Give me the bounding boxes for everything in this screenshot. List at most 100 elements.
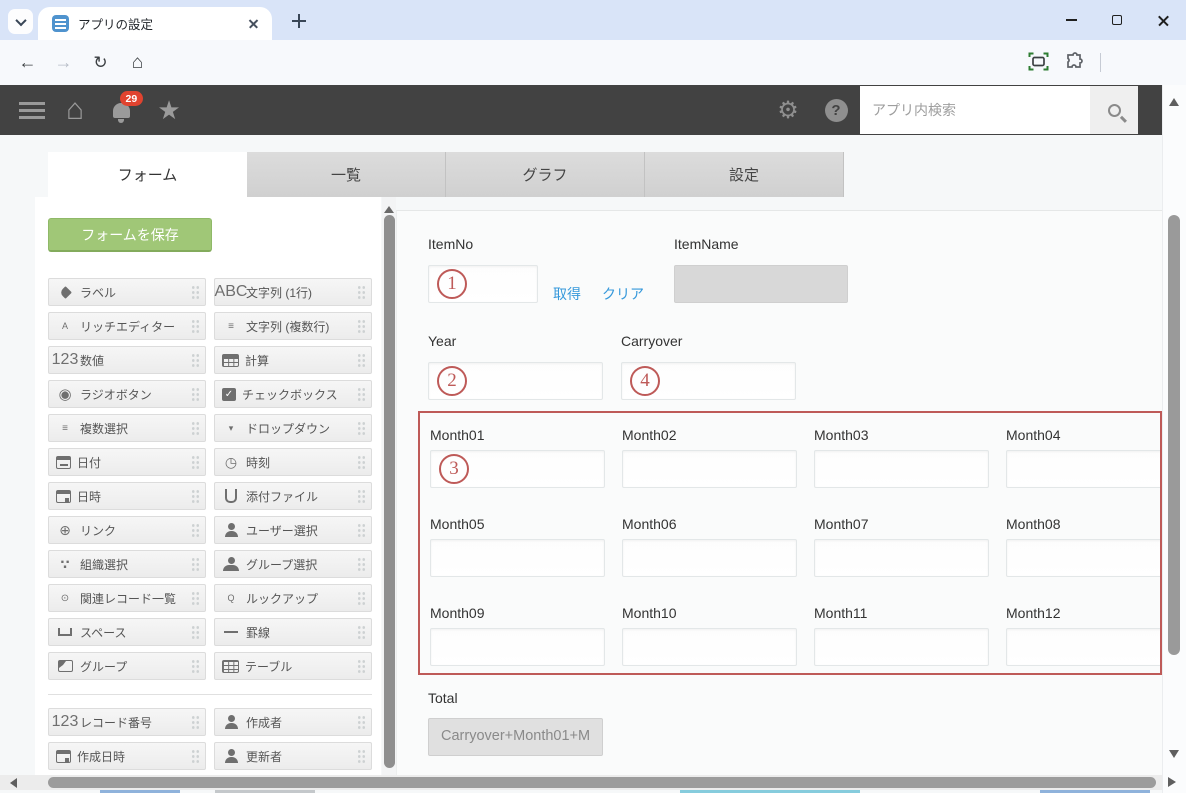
- home-button[interactable]: [124, 49, 151, 76]
- drag-handle-icon[interactable]: [191, 591, 200, 605]
- notifications-button[interactable]: 29: [104, 85, 138, 135]
- settings-gear-button[interactable]: [772, 85, 804, 135]
- tab-close-icon[interactable]: [245, 15, 262, 32]
- horizontal-scrollbar-thumb[interactable]: [48, 777, 1156, 788]
- drag-handle-icon[interactable]: [357, 285, 366, 299]
- scroll-left-arrow-icon[interactable]: [5, 778, 17, 788]
- month-field-input[interactable]: [1006, 539, 1162, 577]
- drag-handle-icon[interactable]: [357, 319, 366, 333]
- drag-handle-icon[interactable]: [357, 557, 366, 571]
- hamburger-menu-button[interactable]: [12, 85, 52, 135]
- new-tab-button[interactable]: [288, 10, 310, 32]
- month-field-input[interactable]: [622, 450, 797, 488]
- drag-handle-icon[interactable]: [357, 523, 366, 537]
- drag-handle-icon[interactable]: [191, 625, 200, 639]
- field-button-user-select[interactable]: ユーザー選択: [214, 516, 372, 544]
- page-scrollbar-thumb[interactable]: [1168, 215, 1180, 655]
- field-button-hr[interactable]: 罫線: [214, 618, 372, 646]
- tab-list[interactable]: 一覧: [247, 152, 446, 197]
- drag-handle-icon[interactable]: [357, 455, 366, 469]
- portal-home-button[interactable]: [58, 85, 92, 135]
- field-button-table[interactable]: テーブル: [214, 652, 372, 680]
- drag-handle-icon[interactable]: [191, 285, 200, 299]
- month-field-input[interactable]: [430, 628, 605, 666]
- field-button-creator[interactable]: 作成者: [214, 708, 372, 736]
- month-field-input[interactable]: 3: [430, 450, 605, 488]
- forward-button[interactable]: [50, 49, 77, 76]
- field-button-updater[interactable]: 更新者: [214, 742, 372, 770]
- browser-tab[interactable]: アプリの設定: [38, 7, 272, 40]
- carryover-field-input[interactable]: 4: [621, 362, 796, 400]
- drag-handle-icon[interactable]: [191, 489, 200, 503]
- get-link[interactable]: 取得: [553, 284, 581, 304]
- field-button-text-multi[interactable]: 文字列 (複数行): [214, 312, 372, 340]
- itemname-field-input[interactable]: [674, 265, 848, 303]
- favorites-star-button[interactable]: [152, 85, 186, 135]
- save-form-button[interactable]: フォームを保存: [48, 218, 212, 252]
- drag-handle-icon[interactable]: [357, 489, 366, 503]
- field-button-lookup[interactable]: ルックアップ: [214, 584, 372, 612]
- back-button[interactable]: [14, 49, 41, 76]
- page-scroll-down-icon[interactable]: [1169, 750, 1179, 763]
- field-button-created-datetime[interactable]: 作成日時: [48, 742, 206, 770]
- drag-handle-icon[interactable]: [191, 353, 200, 367]
- field-button-group[interactable]: グループ: [48, 652, 206, 680]
- drag-handle-icon[interactable]: [357, 353, 366, 367]
- field-button-radio[interactable]: ラジオボタン: [48, 380, 206, 408]
- month-field-input[interactable]: [622, 628, 797, 666]
- search-submit-button[interactable]: [1090, 86, 1138, 134]
- drag-handle-icon[interactable]: [191, 523, 200, 537]
- tab-settings[interactable]: 設定: [645, 152, 844, 197]
- in-app-search-input[interactable]: [860, 86, 1090, 134]
- window-minimize-button[interactable]: [1048, 0, 1094, 40]
- drag-handle-icon[interactable]: [191, 749, 200, 763]
- window-maximize-button[interactable]: [1094, 0, 1140, 40]
- month-field-input[interactable]: [1006, 628, 1162, 666]
- drag-handle-icon[interactable]: [191, 557, 200, 571]
- scroll-up-arrow-icon[interactable]: [384, 201, 394, 213]
- month-field-input[interactable]: [1006, 450, 1162, 488]
- field-button-text-single[interactable]: 文字列 (1行): [214, 278, 372, 306]
- month-field-input[interactable]: [622, 539, 797, 577]
- drag-handle-icon[interactable]: [191, 387, 200, 401]
- drag-handle-icon[interactable]: [357, 421, 366, 435]
- scroll-right-arrow-icon[interactable]: [1168, 777, 1181, 787]
- drag-handle-icon[interactable]: [357, 387, 366, 401]
- window-close-button[interactable]: [1140, 0, 1186, 40]
- extensions-puzzle-icon[interactable]: [1065, 52, 1085, 72]
- drag-handle-icon[interactable]: [191, 319, 200, 333]
- clear-link[interactable]: クリア: [602, 284, 644, 304]
- field-button-rich-editor[interactable]: リッチエディター: [48, 312, 206, 340]
- sidebar-scrollbar-thumb[interactable]: [384, 215, 395, 768]
- drag-handle-icon[interactable]: [191, 421, 200, 435]
- drag-handle-icon[interactable]: [357, 625, 366, 639]
- field-button-record-number[interactable]: レコード番号: [48, 708, 206, 736]
- field-button-time[interactable]: 時刻: [214, 448, 372, 476]
- month-field-input[interactable]: [814, 539, 989, 577]
- drag-handle-icon[interactable]: [191, 455, 200, 469]
- drag-handle-icon[interactable]: [191, 715, 200, 729]
- field-button-link[interactable]: リンク: [48, 516, 206, 544]
- field-button-datetime[interactable]: 日時: [48, 482, 206, 510]
- drag-handle-icon[interactable]: [357, 591, 366, 605]
- month-field-input[interactable]: [814, 628, 989, 666]
- field-button-related-records[interactable]: 関連レコード一覧: [48, 584, 206, 612]
- tab-form[interactable]: フォーム: [48, 152, 247, 197]
- field-button-number[interactable]: 数値: [48, 346, 206, 374]
- field-button-org-select[interactable]: 組織選択: [48, 550, 206, 578]
- reload-button[interactable]: [87, 49, 114, 76]
- field-button-attachment[interactable]: 添付ファイル: [214, 482, 372, 510]
- help-button[interactable]: ?: [820, 85, 852, 135]
- year-field-input[interactable]: 2: [428, 362, 603, 400]
- total-field-input[interactable]: Carryover+Month01+M: [428, 718, 603, 756]
- field-button-checkbox[interactable]: チェックボックス: [214, 380, 372, 408]
- field-button-multi-select[interactable]: 複数選択: [48, 414, 206, 442]
- page-scroll-up-icon[interactable]: [1169, 93, 1179, 106]
- field-button-calc[interactable]: 計算: [214, 346, 372, 374]
- drag-handle-icon[interactable]: [191, 659, 200, 673]
- drag-handle-icon[interactable]: [357, 659, 366, 673]
- field-button-tag[interactable]: ラベル: [48, 278, 206, 306]
- tab-search-button[interactable]: [8, 9, 33, 34]
- month-field-input[interactable]: [430, 539, 605, 577]
- screen-capture-icon[interactable]: [1028, 52, 1049, 71]
